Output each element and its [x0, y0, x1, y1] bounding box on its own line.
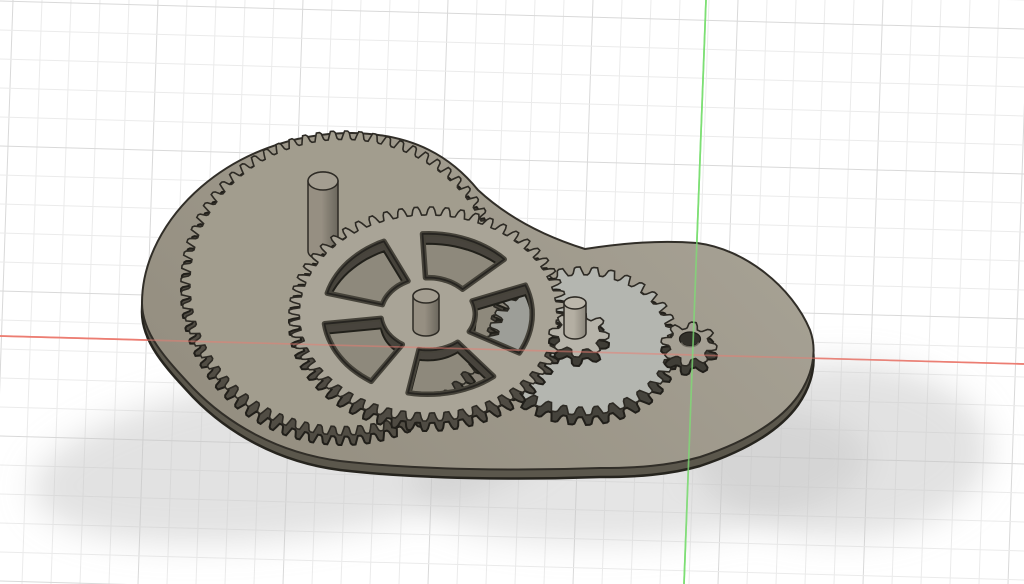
- model-scene[interactable]: [0, 0, 1024, 584]
- shaft-pin-small-pinion[interactable]: [563, 296, 587, 340]
- cad-viewport-canvas[interactable]: [0, 0, 1024, 584]
- hub-boss-spoked-gear[interactable]: [412, 288, 440, 337]
